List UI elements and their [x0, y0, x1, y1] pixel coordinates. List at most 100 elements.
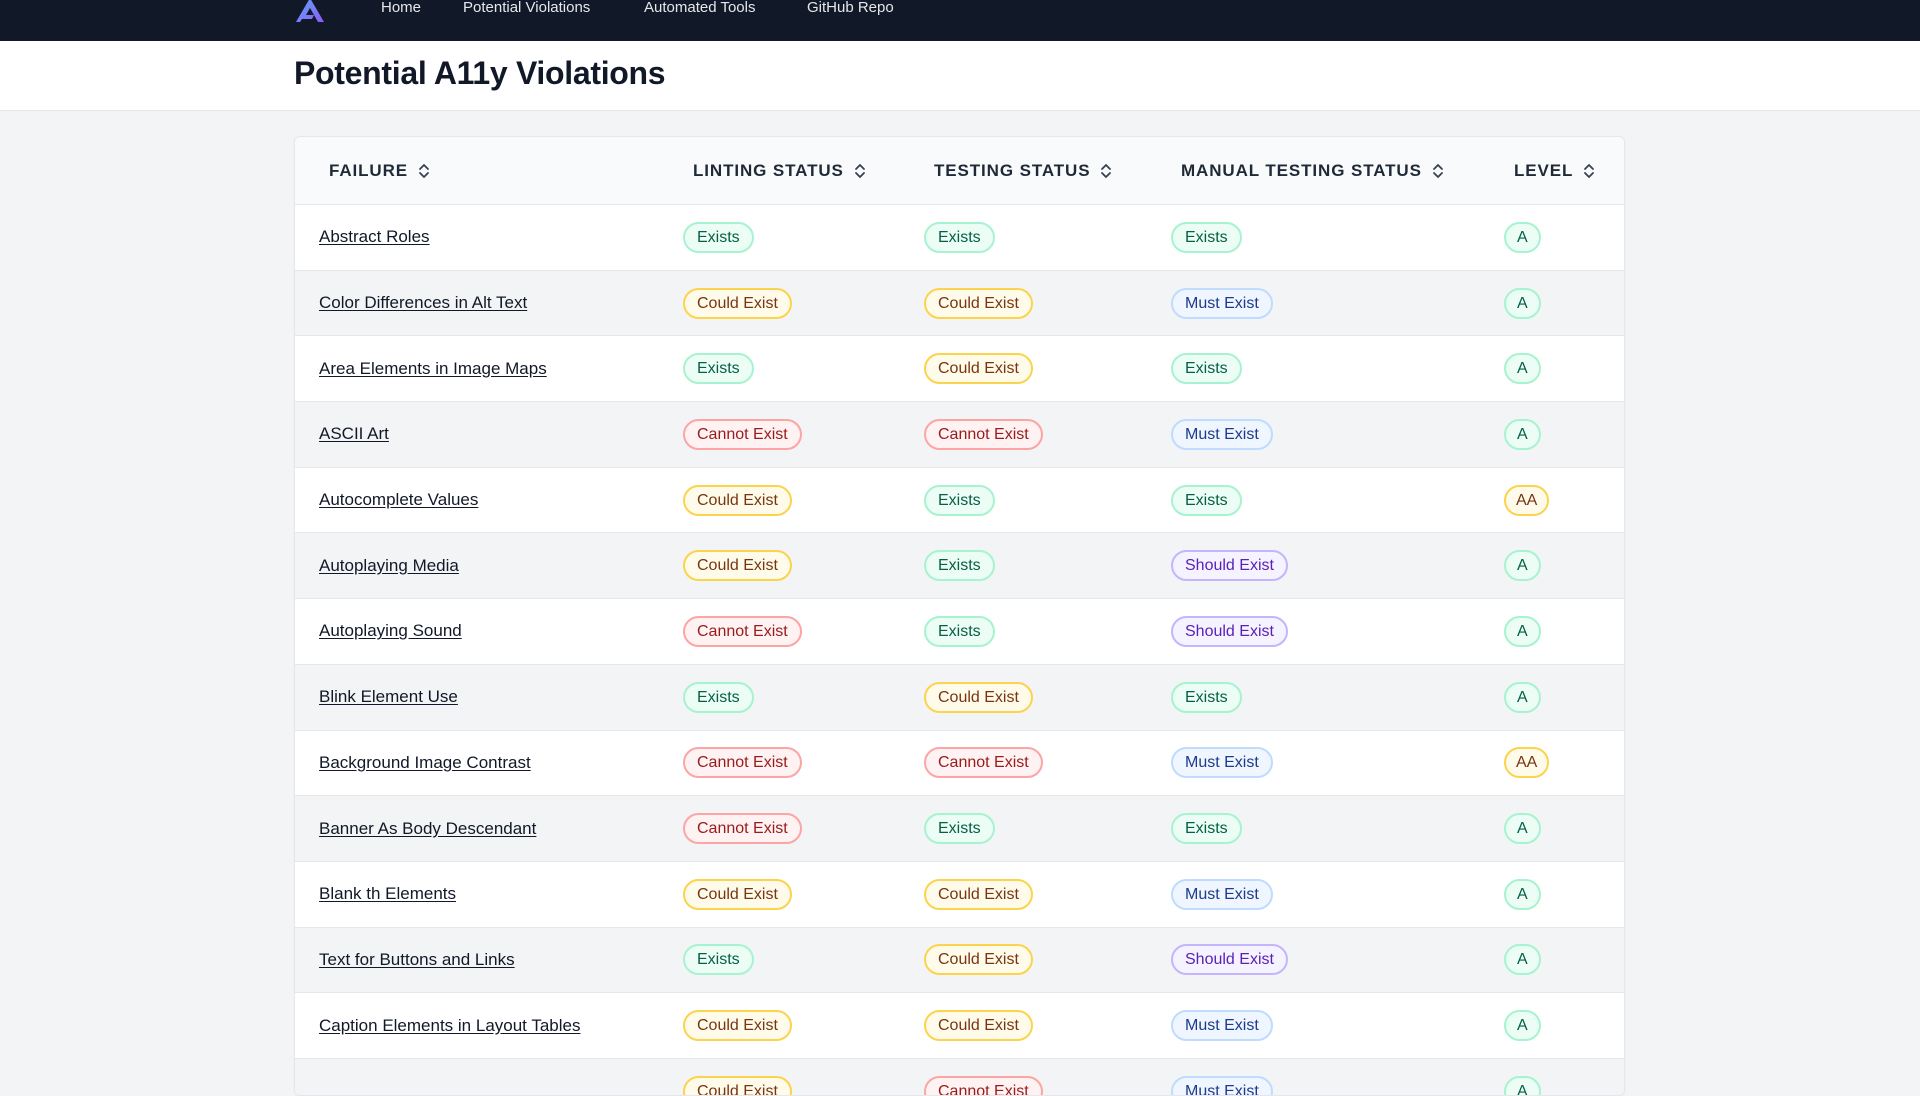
column-header-label: LINTING STATUS: [693, 161, 844, 180]
failure-link[interactable]: Autoplaying Sound: [319, 621, 462, 641]
testing-status-badge: Cannot Exist: [924, 1075, 1043, 1095]
level-badge: A: [1504, 878, 1541, 910]
column-header-label: LEVEL: [1514, 161, 1574, 180]
manual-status-cell: Must Exist: [1171, 402, 1273, 467]
testing-status-badge: Exists: [924, 813, 995, 845]
manual-status-cell: Must Exist: [1171, 271, 1273, 336]
level-cell: A: [1504, 796, 1541, 861]
table-row: Autoplaying Media Could Exist Exists Should…: [295, 533, 1624, 600]
table-row: Background Image Contrast Cannot Exist Can…: [295, 730, 1624, 797]
table-row: Abstract Roles Exists Exists Exists A: [295, 205, 1624, 271]
level-badge: A: [1504, 1010, 1541, 1042]
linting-status-badge: Exists: [683, 681, 754, 713]
column-header-linting-status[interactable]: LINTING STATUS: [693, 137, 866, 205]
manual-testing-status-badge: Exists: [1171, 681, 1242, 713]
linting-status-badge: Exists: [683, 353, 754, 385]
linting-status-cell: Could Exist: [683, 533, 792, 598]
failure-link[interactable]: Area Elements in Image Maps: [319, 359, 547, 379]
manual-status-cell: Must Exist: [1171, 993, 1273, 1058]
failure-link[interactable]: Autoplaying Media: [319, 556, 459, 576]
app-logo-icon[interactable]: [294, 0, 328, 24]
failure-link[interactable]: Background Image Contrast: [319, 753, 531, 773]
level-badge: A: [1504, 813, 1541, 845]
level-cell: A: [1504, 205, 1541, 270]
table-row: Autocomplete Values Could Exist Exists Exis…: [295, 467, 1624, 534]
manual-testing-status-badge: Should Exist: [1171, 944, 1288, 976]
column-header-failure[interactable]: FAILURE: [329, 137, 430, 205]
linting-status-cell: Could Exist: [683, 862, 792, 927]
testing-status-cell: Cannot Exist: [924, 1059, 1043, 1095]
failure-link[interactable]: Text for Buttons and Links: [319, 950, 515, 970]
linting-status-cell: Exists: [683, 665, 754, 730]
nav-home-link[interactable]: Home: [381, 0, 421, 18]
level-cell: A: [1504, 1059, 1541, 1095]
testing-status-cell: Exists: [924, 205, 995, 270]
linting-status-badge: Could Exist: [683, 484, 792, 516]
manual-testing-status-badge: Exists: [1171, 221, 1242, 253]
column-header-level[interactable]: LEVEL: [1514, 137, 1595, 205]
failure-cell: Area Elements in Image Maps: [319, 336, 547, 401]
testing-status-cell: Could Exist: [924, 271, 1033, 336]
linting-status-cell: Cannot Exist: [683, 599, 802, 664]
testing-status-cell: Exists: [924, 533, 995, 598]
linting-status-cell: Could Exist: [683, 993, 792, 1058]
testing-status-cell: Exists: [924, 599, 995, 664]
sort-updown-icon: [854, 164, 865, 178]
linting-status-cell: Could Exist: [683, 271, 792, 336]
failure-link[interactable]: Blink Element Use: [319, 687, 458, 707]
failure-link[interactable]: Autocomplete Values: [319, 490, 478, 510]
testing-status-badge: Could Exist: [924, 353, 1033, 385]
level-cell: A: [1504, 336, 1541, 401]
table-row: Banner As Body Descendant Cannot Exist Exi…: [295, 796, 1624, 862]
level-cell: A: [1504, 599, 1541, 664]
level-badge: AA: [1504, 484, 1550, 516]
nav-github-repo-link[interactable]: GitHub Repo: [807, 0, 894, 18]
manual-status-cell: Should Exist: [1171, 928, 1288, 993]
linting-status-badge: Could Exist: [683, 878, 792, 910]
level-cell: A: [1504, 533, 1541, 598]
level-cell: A: [1504, 993, 1541, 1058]
manual-status-cell: Exists: [1171, 205, 1242, 270]
manual-testing-status-badge: Must Exist: [1171, 1010, 1273, 1042]
linting-status-badge: Exists: [683, 221, 754, 253]
testing-status-cell: Could Exist: [924, 928, 1033, 993]
failure-link[interactable]: Color Differences in Alt Text: [319, 293, 527, 313]
testing-status-badge: Could Exist: [924, 681, 1033, 713]
table-row: ASCII Art Cannot Exist Cannot Exist Must Ex…: [295, 402, 1624, 468]
failure-link[interactable]: Caption Elements in Layout Tables: [319, 1016, 580, 1036]
table-row: Autoplaying Sound Cannot Exist Exists Shoul…: [295, 599, 1624, 665]
column-header-manual-testing-status[interactable]: MANUAL TESTING STATUS: [1181, 137, 1444, 205]
testing-status-cell: Exists: [924, 796, 995, 861]
level-badge: A: [1504, 287, 1541, 319]
failure-cell: Autoplaying Media: [319, 533, 459, 598]
table-row: Could Exist Cannot Exist Must Exist A: [295, 1058, 1624, 1095]
top-nav: Home Potential Violations Automated Tool…: [0, 0, 1920, 41]
failure-cell: Autoplaying Sound: [319, 599, 462, 664]
table-row: Text for Buttons and Links Exists Could Ex…: [295, 927, 1624, 994]
failure-link[interactable]: Blank th Elements: [319, 884, 456, 904]
violations-table: FAILURE LINTING STATUS TESTING STATUS MA…: [294, 136, 1625, 1096]
failure-link[interactable]: Banner As Body Descendant: [319, 819, 536, 839]
level-cell: A: [1504, 402, 1541, 467]
nav-automated-tools-link[interactable]: Automated Tools: [644, 0, 755, 18]
manual-testing-status-badge: Must Exist: [1171, 747, 1273, 779]
linting-status-badge: Could Exist: [683, 1010, 792, 1042]
nav-potential-violations-link[interactable]: Potential Violations: [463, 0, 590, 18]
testing-status-badge: Exists: [924, 484, 995, 516]
manual-status-cell: Should Exist: [1171, 533, 1288, 598]
level-cell: AA: [1504, 468, 1550, 533]
manual-status-cell: Exists: [1171, 665, 1242, 730]
failure-link[interactable]: ASCII Art: [319, 424, 389, 444]
column-header-label: FAILURE: [329, 161, 409, 180]
level-badge: A: [1504, 1075, 1541, 1095]
linting-status-cell: Cannot Exist: [683, 402, 802, 467]
failure-link[interactable]: Abstract Roles: [319, 227, 430, 247]
level-badge: A: [1504, 550, 1541, 582]
table-row: Blink Element Use Exists Could Exist Exists…: [295, 664, 1624, 731]
column-header-testing-status[interactable]: TESTING STATUS: [934, 137, 1112, 205]
testing-status-badge: Could Exist: [924, 1010, 1033, 1042]
level-badge: A: [1504, 418, 1541, 450]
sort-updown-icon: [1432, 164, 1443, 178]
level-cell: A: [1504, 862, 1541, 927]
manual-testing-status-badge: Must Exist: [1171, 1075, 1273, 1095]
